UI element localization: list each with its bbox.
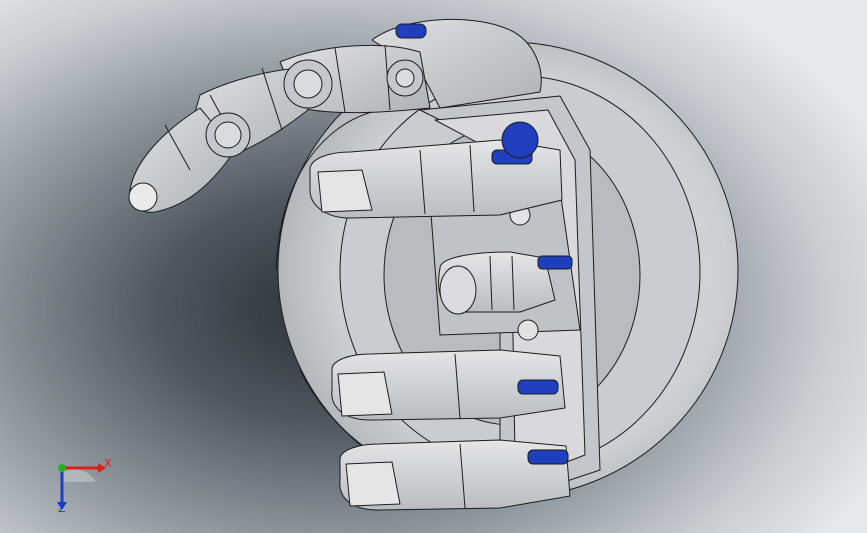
cad-viewport[interactable]: X Z: [0, 0, 867, 533]
axis-triad: X Z: [40, 448, 120, 520]
x-axis-label: X: [104, 457, 112, 470]
z-axis-label: Z: [58, 502, 66, 515]
thumb-pin: [537, 255, 573, 270]
index-finger-pin: [395, 23, 427, 39]
robotic-hand-model[interactable]: [0, 0, 867, 533]
y-axis-dot: [58, 464, 66, 472]
little-finger-pin: [527, 449, 569, 465]
ring-finger-pin: [517, 379, 559, 395]
middle-finger-joint: [501, 121, 539, 159]
